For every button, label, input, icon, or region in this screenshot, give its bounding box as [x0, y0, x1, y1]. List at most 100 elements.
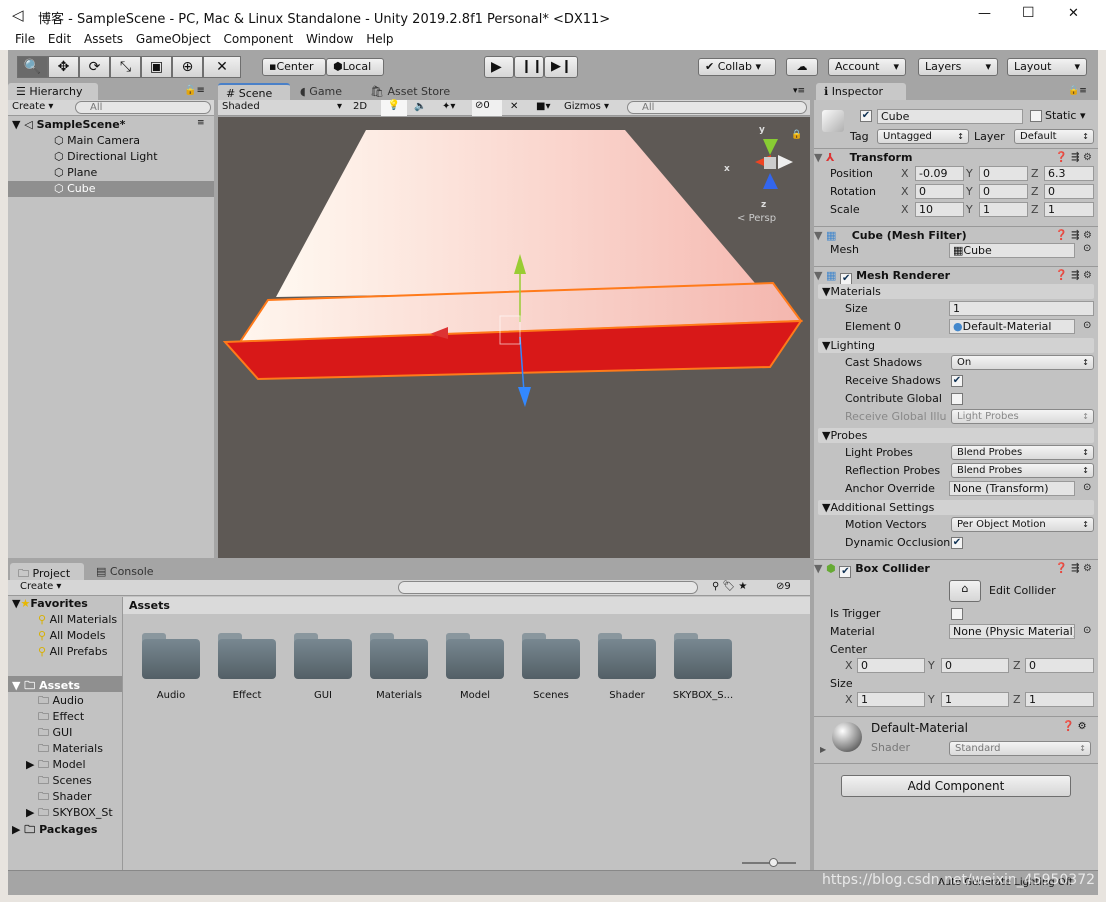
- scene-root[interactable]: ▼ ◁ SampleScene*: [12, 117, 125, 133]
- folder-icon[interactable]: [674, 633, 732, 679]
- reflection-probes-dropdown[interactable]: Blend Probes: [951, 463, 1094, 478]
- box-collider-header[interactable]: ▼ ⬢ ✔ Box Collider ❓ ⇶ ⚙: [814, 559, 1098, 578]
- tab-scene[interactable]: # Scene: [218, 83, 290, 100]
- menu-help[interactable]: Help: [366, 32, 393, 46]
- favorite-item[interactable]: ⚲ All Models: [38, 629, 122, 642]
- hierarchy-item-selected[interactable]: ⬡ Cube: [8, 181, 214, 197]
- lighting-foldout[interactable]: ▼Lighting: [818, 338, 1094, 353]
- static-checkbox[interactable]: [1030, 110, 1042, 122]
- lighting-toggle-icon[interactable]: 💡: [381, 100, 407, 116]
- menu-file[interactable]: File: [15, 32, 35, 46]
- component-menu-icons[interactable]: ❓ ⇶ ⚙: [1055, 560, 1092, 578]
- transform-y-input[interactable]: 0: [979, 184, 1028, 199]
- add-component-button[interactable]: Add Component: [841, 775, 1071, 797]
- element0-field[interactable]: ●Default-Material: [949, 319, 1075, 334]
- collider-center-z-input[interactable]: 0: [1025, 658, 1094, 673]
- favorite-item[interactable]: ⚲ All Prefabs: [38, 645, 122, 658]
- rect-tool-icon[interactable]: ▣: [141, 56, 172, 78]
- lock-icon[interactable]: 🔒: [791, 129, 802, 140]
- transform-z-input[interactable]: 6.3: [1044, 166, 1094, 181]
- transform-header[interactable]: ▼ ⅄ Transform ❓ ⇶ ⚙: [814, 148, 1098, 166]
- component-menu-icons[interactable]: ❓ ⇶ ⚙: [1055, 149, 1092, 167]
- transform-x-input[interactable]: 0: [915, 184, 964, 199]
- layers-dropdown[interactable]: Layers ▾: [918, 58, 998, 76]
- rotate-tool-icon[interactable]: ⟳: [79, 56, 110, 78]
- hierarchy-search-input[interactable]: All: [75, 101, 211, 114]
- folder-label[interactable]: Scenes: [513, 690, 589, 701]
- pivot-center-button[interactable]: ▪Center: [262, 58, 326, 76]
- folder-icon[interactable]: [370, 633, 428, 679]
- effects-toggle-icon[interactable]: ✦▾: [442, 101, 455, 112]
- layer-dropdown[interactable]: Default: [1014, 129, 1094, 144]
- scale-tool-icon[interactable]: ⤡: [110, 56, 141, 78]
- help-icon[interactable]: ❓ ⚙: [1062, 721, 1087, 732]
- close-button[interactable]: ✕: [1068, 6, 1079, 21]
- tag-dropdown[interactable]: Untagged: [877, 129, 969, 144]
- hierarchy-item[interactable]: ⬡ Plane: [54, 165, 97, 181]
- lock-menu-icon[interactable]: 🔒≡: [1068, 86, 1087, 96]
- tab-asset-store[interactable]: 🛍 Asset Store: [362, 83, 458, 100]
- expand-icon[interactable]: ▶: [820, 745, 826, 754]
- edit-collider-button[interactable]: ⌂: [949, 580, 981, 602]
- object-picker-icon[interactable]: ⊙: [1083, 320, 1091, 331]
- folder-label[interactable]: Shader: [589, 690, 665, 701]
- favorites-folder[interactable]: ▼★Favorites: [12, 597, 88, 610]
- favorite-item[interactable]: ⚲ All Materials: [38, 613, 122, 626]
- folder-label[interactable]: Effect: [209, 690, 285, 701]
- account-dropdown[interactable]: Account ▾: [828, 58, 906, 76]
- contribute-global-checkbox[interactable]: [951, 393, 963, 405]
- play-button[interactable]: ▶: [484, 56, 514, 78]
- materials-foldout[interactable]: ▼Materials: [818, 284, 1094, 299]
- materials-size-input[interactable]: 1: [949, 301, 1094, 316]
- folder-label[interactable]: SKYBOX_S...: [665, 690, 741, 701]
- collab-dropdown[interactable]: ✔ Collab ▾: [698, 58, 776, 76]
- tools-icon[interactable]: ✕: [510, 101, 518, 112]
- transform-tool-icon[interactable]: ⊕: [172, 56, 203, 78]
- layout-dropdown[interactable]: Layout ▾: [1007, 58, 1087, 76]
- scene-search-input[interactable]: All: [627, 101, 807, 114]
- minimize-button[interactable]: —: [978, 6, 991, 21]
- folder-icon[interactable]: [142, 633, 200, 679]
- slider-thumb[interactable]: [769, 858, 778, 867]
- transform-z-input[interactable]: 0: [1044, 184, 1094, 199]
- transform-y-input[interactable]: 0: [979, 166, 1028, 181]
- hierarchy-item[interactable]: ⬡ Directional Light: [54, 149, 158, 165]
- space-local-button[interactable]: ⬢Local: [326, 58, 384, 76]
- is-trigger-checkbox[interactable]: [951, 608, 963, 620]
- folder-label[interactable]: Model: [437, 690, 513, 701]
- gizmos-dropdown[interactable]: Gizmos ▾: [564, 101, 609, 112]
- collider-size-y-input[interactable]: 1: [941, 692, 1009, 707]
- tab-project[interactable]: 🗀 Project: [10, 563, 84, 580]
- tab-game[interactable]: ◖ Game: [292, 83, 350, 100]
- scene-menu-icon[interactable]: ≡: [197, 118, 205, 128]
- object-picker-icon[interactable]: ⊙: [1083, 482, 1091, 493]
- folder-icon[interactable]: [522, 633, 580, 679]
- dynamic-occlusion-checkbox[interactable]: ✔: [951, 537, 963, 549]
- audio-toggle-icon[interactable]: 🔈: [414, 101, 426, 112]
- step-button[interactable]: ▶❙: [544, 56, 578, 78]
- object-name-input[interactable]: Cube: [877, 109, 1023, 124]
- shader-dropdown[interactable]: Standard: [949, 741, 1091, 756]
- project-search-input[interactable]: [398, 581, 698, 594]
- collider-center-x-input[interactable]: 0: [857, 658, 925, 673]
- component-menu-icons[interactable]: ❓ ⇶ ⚙: [1055, 267, 1092, 285]
- 2d-toggle[interactable]: 2D: [353, 101, 367, 112]
- scene-viewport[interactable]: y x z < Persp 🔒: [218, 117, 810, 558]
- panel-menu-icon[interactable]: ▾≡: [793, 86, 805, 96]
- hidden-packages-toggle[interactable]: ⊘9: [776, 581, 791, 592]
- menu-edit[interactable]: Edit: [48, 32, 71, 46]
- mesh-field[interactable]: ▦Cube: [949, 243, 1075, 258]
- menu-assets[interactable]: Assets: [84, 32, 123, 46]
- projection-label[interactable]: < Persp: [737, 213, 776, 224]
- additional-settings-foldout[interactable]: ▼Additional Settings: [818, 500, 1094, 515]
- project-create-button[interactable]: Create ▾: [20, 581, 61, 592]
- camera-icon[interactable]: ■▾: [536, 101, 550, 112]
- object-picker-icon[interactable]: ⊙: [1083, 243, 1091, 254]
- anchor-override-field[interactable]: None (Transform): [949, 481, 1075, 496]
- collider-size-x-input[interactable]: 1: [857, 692, 925, 707]
- packages-folder[interactable]: ▶ 🗀 Packages: [12, 821, 97, 840]
- folder-label[interactable]: GUI: [285, 690, 361, 701]
- collider-material-field[interactable]: None (Physic Material): [949, 624, 1075, 639]
- cast-shadows-dropdown[interactable]: On: [951, 355, 1094, 370]
- folder-icon[interactable]: [446, 633, 504, 679]
